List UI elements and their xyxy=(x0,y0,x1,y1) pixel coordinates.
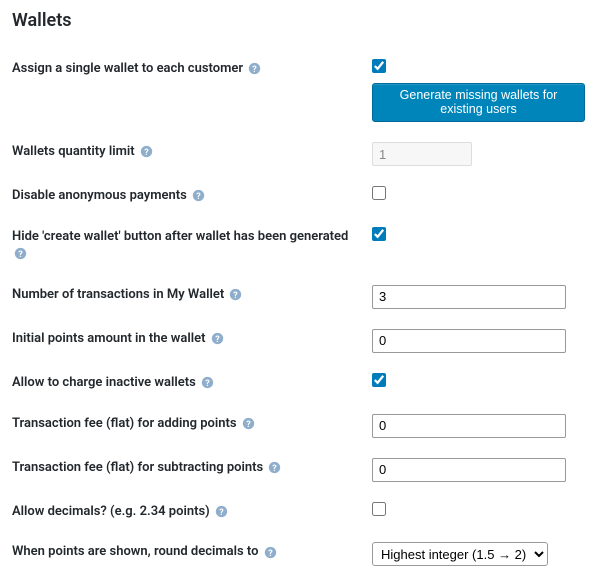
charge-inactive-checkbox[interactable] xyxy=(372,373,386,387)
help-icon[interactable]: ? xyxy=(264,546,277,559)
generate-wallets-button[interactable]: Generate missing wallets for existing us… xyxy=(372,83,585,122)
label-fee-sub: Transaction fee (flat) for subtracting p… xyxy=(12,448,372,492)
svg-text:?: ? xyxy=(196,192,201,202)
label-fee-add: Transaction fee (flat) for adding points… xyxy=(12,404,372,448)
help-icon[interactable]: ? xyxy=(229,288,242,301)
svg-text:?: ? xyxy=(215,334,220,344)
svg-text:?: ? xyxy=(144,148,149,158)
label-num-transactions: Number of transactions in My Wallet ? xyxy=(12,275,372,319)
label-quantity-limit: Wallets quantity limit ? xyxy=(12,132,372,176)
help-icon[interactable]: ? xyxy=(211,332,224,345)
svg-text:?: ? xyxy=(219,507,224,517)
svg-text:?: ? xyxy=(18,250,23,260)
settings-table: Assign a single wallet to each customer … xyxy=(12,49,585,576)
section-heading: Wallets xyxy=(12,10,585,31)
label-hide-create: Hide 'create wallet' button after wallet… xyxy=(12,217,372,275)
num-transactions-input[interactable] xyxy=(372,285,566,309)
label-allow-decimals: Allow decimals? (e.g. 2.34 points) ? xyxy=(12,492,372,533)
svg-text:?: ? xyxy=(205,378,210,388)
fee-sub-input[interactable] xyxy=(372,458,566,482)
allow-decimals-checkbox[interactable] xyxy=(372,502,386,516)
round-decimals-select[interactable]: Highest integer (1.5 → 2) xyxy=(372,542,548,566)
label-charge-inactive: Allow to charge inactive wallets ? xyxy=(12,363,372,404)
help-icon[interactable]: ? xyxy=(140,145,153,158)
svg-text:?: ? xyxy=(273,463,278,473)
svg-text:?: ? xyxy=(268,548,273,558)
svg-text:?: ? xyxy=(253,65,258,75)
label-disable-anon: Disable anonymous payments ? xyxy=(12,176,372,217)
assign-single-checkbox[interactable] xyxy=(372,59,386,73)
hide-create-checkbox[interactable] xyxy=(372,227,386,241)
svg-text:?: ? xyxy=(246,419,251,429)
label-assign-single: Assign a single wallet to each customer … xyxy=(12,49,372,132)
disable-anon-checkbox[interactable] xyxy=(372,186,386,200)
help-icon[interactable]: ? xyxy=(268,461,281,474)
label-round-decimals: When points are shown, round decimals to… xyxy=(12,532,372,576)
help-icon[interactable]: ? xyxy=(201,376,214,389)
quantity-limit-input[interactable] xyxy=(372,142,472,166)
help-icon[interactable]: ? xyxy=(242,417,255,430)
label-initial-points: Initial points amount in the wallet ? xyxy=(12,319,372,363)
help-icon[interactable]: ? xyxy=(192,189,205,202)
fee-add-input[interactable] xyxy=(372,414,566,438)
help-icon[interactable]: ? xyxy=(215,505,228,518)
svg-text:?: ? xyxy=(234,290,239,300)
help-icon[interactable]: ? xyxy=(14,247,27,260)
help-icon[interactable]: ? xyxy=(248,62,261,75)
initial-points-input[interactable] xyxy=(372,329,566,353)
